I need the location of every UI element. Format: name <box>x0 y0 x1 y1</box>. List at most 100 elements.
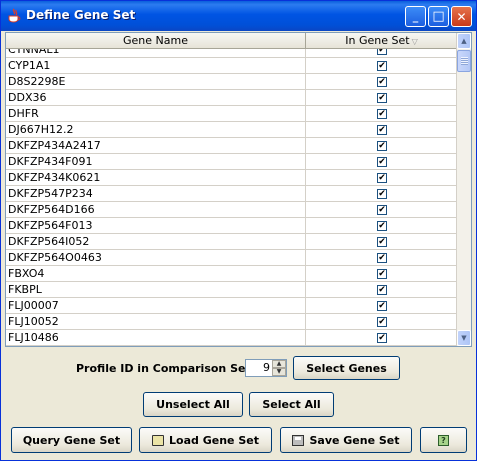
table-body: CTNNAL1 ✔ CYP1A1 ✔ D8S2298E ✔ DDX36 ✔ DHFR ✔ DJ667… <box>6 49 458 346</box>
in-gene-set-cell: ✔ <box>306 138 458 153</box>
in-gene-set-cell: ✔ <box>306 250 458 265</box>
table-row[interactable]: DHFR ✔ <box>6 106 458 122</box>
table-row[interactable]: CYP1A1 ✔ <box>6 58 458 74</box>
table-row[interactable]: DKFZP564F013 ✔ <box>6 218 458 234</box>
gene-name-cell[interactable]: D8S2298E <box>6 74 306 89</box>
in-gene-set-cell: ✔ <box>306 74 458 89</box>
scroll-up-button[interactable]: ▲ <box>457 33 471 49</box>
in-gene-set-checkbox[interactable]: ✔ <box>377 92 387 103</box>
in-gene-set-cell: ✔ <box>306 49 458 57</box>
in-gene-set-cell: ✔ <box>306 298 458 313</box>
vertical-scrollbar[interactable]: ▲ ▼ <box>456 33 471 346</box>
select-all-button[interactable]: Select All <box>249 392 334 417</box>
table-row[interactable]: DKFZP564D166 ✔ <box>6 202 458 218</box>
help-icon: ? <box>438 434 449 446</box>
query-gene-set-button[interactable]: Query Gene Set <box>11 427 132 453</box>
in-gene-set-checkbox[interactable]: ✔ <box>377 140 387 151</box>
gene-name-cell[interactable]: FLJ00007 <box>6 298 306 313</box>
title-bar[interactable]: Define Gene Set _ □ ✕ <box>1 1 476 31</box>
table-row[interactable]: FLJ00007 ✔ <box>6 298 458 314</box>
gene-name-cell[interactable]: DKFZP434K0621 <box>6 170 306 185</box>
in-gene-set-checkbox[interactable]: ✔ <box>377 172 387 183</box>
gene-name-cell[interactable]: DKFZP434A2417 <box>6 138 306 153</box>
arrow-down-icon: ▼ <box>461 334 467 342</box>
in-gene-set-cell: ✔ <box>306 186 458 201</box>
in-gene-set-checkbox[interactable]: ✔ <box>377 268 387 279</box>
in-gene-set-cell: ✔ <box>306 58 458 73</box>
table-row[interactable]: DKFZP434A2417 ✔ <box>6 138 458 154</box>
table-row[interactable]: FLJ10486 ✔ <box>6 330 458 346</box>
gene-name-cell[interactable]: FKBPL <box>6 282 306 297</box>
close-button[interactable]: ✕ <box>451 6 472 27</box>
table-row[interactable]: DDX36 ✔ <box>6 90 458 106</box>
spinner-up-button[interactable]: ▲ <box>272 360 286 368</box>
gene-name-cell[interactable]: FLJ10052 <box>6 314 306 329</box>
gene-name-cell[interactable]: DKFZP564I052 <box>6 234 306 249</box>
in-gene-set-checkbox[interactable]: ✔ <box>377 60 387 71</box>
column-header-gene-name[interactable]: Gene Name <box>6 33 306 49</box>
gene-name-cell[interactable]: DJ667H12.2 <box>6 122 306 137</box>
table-header: Gene Name In Gene Set ▽ <box>6 33 458 49</box>
profile-id-spinner[interactable]: 9 ▲ ▼ <box>245 359 287 377</box>
table-row[interactable]: CTNNAL1 ✔ <box>6 49 458 58</box>
table-row[interactable]: D8S2298E ✔ <box>6 74 458 90</box>
in-gene-set-cell: ✔ <box>306 234 458 249</box>
gene-name-cell[interactable]: DKFZP564D166 <box>6 202 306 217</box>
table-row[interactable]: DKFZP547P234 ✔ <box>6 186 458 202</box>
table-rows: CTNNAL1 ✔ CYP1A1 ✔ D8S2298E ✔ DDX36 ✔ DHFR ✔ DJ667… <box>6 49 458 346</box>
java-cup-icon <box>8 8 21 23</box>
in-gene-set-checkbox[interactable]: ✔ <box>377 156 387 167</box>
in-gene-set-checkbox[interactable]: ✔ <box>377 316 387 327</box>
save-gene-set-button[interactable]: Save Gene Set <box>280 427 412 453</box>
in-gene-set-checkbox[interactable]: ✔ <box>377 188 387 199</box>
in-gene-set-checkbox[interactable]: ✔ <box>377 332 387 343</box>
in-gene-set-checkbox[interactable]: ✔ <box>377 124 387 135</box>
minimize-button[interactable]: _ <box>405 6 426 27</box>
gene-name-cell[interactable]: DKFZP564F013 <box>6 218 306 233</box>
gene-name-cell[interactable]: DKFZP564O0463 <box>6 250 306 265</box>
in-gene-set-checkbox[interactable]: ✔ <box>377 76 387 87</box>
gene-name-cell[interactable]: CTNNAL1 <box>6 49 306 57</box>
in-gene-set-cell: ✔ <box>306 282 458 297</box>
load-gene-set-button[interactable]: Load Gene Set <box>139 427 272 453</box>
unselect-all-button[interactable]: Unselect All <box>143 392 243 417</box>
table-row[interactable]: DKFZP564O0463 ✔ <box>6 250 458 266</box>
arrow-up-icon: ▲ <box>276 360 282 367</box>
maximize-button[interactable]: □ <box>428 6 449 27</box>
column-header-in-gene-set[interactable]: In Gene Set ▽ <box>306 33 458 49</box>
help-button[interactable]: ? <box>420 427 467 453</box>
profile-id-value[interactable]: 9 <box>263 361 270 374</box>
scroll-down-button[interactable]: ▼ <box>457 330 471 346</box>
table-row[interactable]: FLJ10052 ✔ <box>6 314 458 330</box>
in-gene-set-checkbox[interactable]: ✔ <box>377 220 387 231</box>
gene-name-cell[interactable]: DKFZP547P234 <box>6 186 306 201</box>
maximize-icon: □ <box>432 9 445 24</box>
table-row[interactable]: DKFZP434K0621 ✔ <box>6 170 458 186</box>
gene-name-cell[interactable]: DHFR <box>6 106 306 121</box>
table-row[interactable]: FBXO4 ✔ <box>6 266 458 282</box>
minimize-icon: _ <box>412 9 419 23</box>
in-gene-set-checkbox[interactable]: ✔ <box>377 236 387 247</box>
table-row[interactable]: DKFZP434F091 ✔ <box>6 154 458 170</box>
in-gene-set-checkbox[interactable]: ✔ <box>377 300 387 311</box>
select-genes-button[interactable]: Select Genes <box>293 356 400 380</box>
spinner-down-button[interactable]: ▼ <box>272 368 286 376</box>
in-gene-set-checkbox[interactable]: ✔ <box>377 204 387 215</box>
in-gene-set-checkbox[interactable]: ✔ <box>377 284 387 295</box>
gene-name-cell[interactable]: FLJ10486 <box>6 330 306 345</box>
gene-name-cell[interactable]: DKFZP434F091 <box>6 154 306 169</box>
define-gene-set-window: Define Gene Set _ □ ✕ Gene Name In Gene … <box>0 0 477 461</box>
in-gene-set-checkbox[interactable]: ✔ <box>377 252 387 263</box>
window-title: Define Gene Set <box>26 8 136 22</box>
gene-name-cell[interactable]: CYP1A1 <box>6 58 306 73</box>
scroll-thumb[interactable] <box>457 50 471 72</box>
grip-icon <box>461 57 468 65</box>
gene-table[interactable]: Gene Name In Gene Set ▽ CTNNAL1 ✔ CYP1A1 ✔ D8… <box>5 32 472 347</box>
gene-name-cell[interactable]: DDX36 <box>6 90 306 105</box>
in-gene-set-checkbox[interactable]: ✔ <box>377 49 387 55</box>
in-gene-set-checkbox[interactable]: ✔ <box>377 108 387 119</box>
table-row[interactable]: DKFZP564I052 ✔ <box>6 234 458 250</box>
table-row[interactable]: DJ667H12.2 ✔ <box>6 122 458 138</box>
gene-name-cell[interactable]: FBXO4 <box>6 266 306 281</box>
table-row[interactable]: FKBPL ✔ <box>6 282 458 298</box>
